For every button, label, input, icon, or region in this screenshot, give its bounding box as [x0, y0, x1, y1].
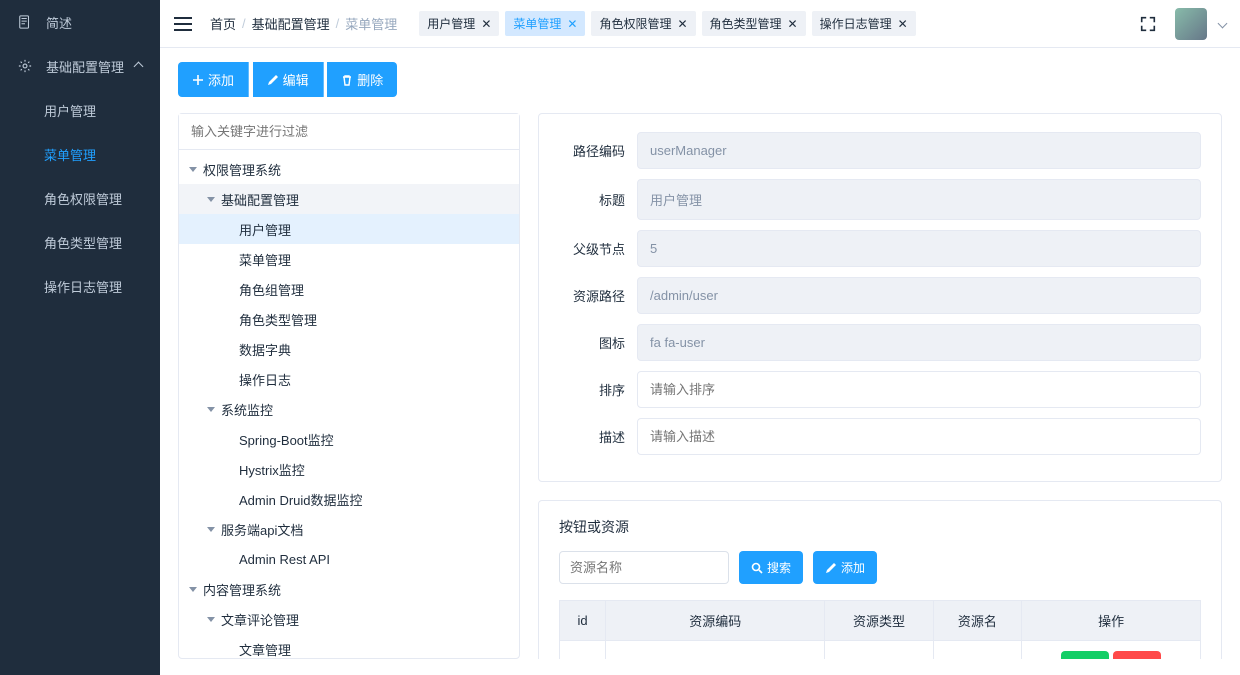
avatar[interactable]: [1175, 8, 1207, 40]
sidebar-section-label: 基础配置管理: [46, 57, 124, 76]
tree-node[interactable]: Spring-Boot监控: [179, 424, 519, 454]
tree-node[interactable]: 菜单管理: [179, 244, 519, 274]
close-icon[interactable]: ✕: [567, 17, 577, 31]
col-name: 资源名: [933, 601, 1022, 641]
tree-node[interactable]: 数据字典: [179, 334, 519, 364]
label-code: 路径编码: [559, 141, 625, 160]
hamburger-icon[interactable]: [174, 17, 192, 31]
row-delete-button[interactable]: 删除: [1113, 651, 1161, 659]
close-icon[interactable]: ✕: [481, 17, 491, 31]
field-title[interactable]: 用户管理: [637, 179, 1201, 220]
tree-node[interactable]: Hystrix监控: [179, 454, 519, 484]
close-icon[interactable]: ✕: [677, 17, 687, 31]
breadcrumb-home[interactable]: 首页: [210, 14, 236, 33]
field-code[interactable]: userManager: [637, 132, 1201, 169]
tree-filter-input[interactable]: [179, 114, 519, 150]
tree-node-monitor[interactable]: 系统监控: [179, 394, 519, 424]
sidebar-section-config[interactable]: 基础配置管理: [0, 44, 160, 88]
sidebar-brand-label: 简述: [46, 13, 72, 32]
add-button[interactable]: 添加: [178, 62, 249, 97]
field-icon[interactable]: fa fa-user: [637, 324, 1201, 361]
close-icon[interactable]: ✕: [788, 17, 798, 31]
tree-node[interactable]: 角色组管理: [179, 274, 519, 304]
sidebar-item-menus[interactable]: 菜单管理: [0, 132, 160, 176]
tree-node-cms-sub[interactable]: 文章评论管理: [179, 604, 519, 634]
label-sort: 排序: [559, 380, 625, 399]
field-desc[interactable]: [637, 418, 1201, 455]
delete-button[interactable]: 删除: [327, 62, 397, 97]
tree-node-root[interactable]: 权限管理系统: [179, 154, 519, 184]
tab-menus[interactable]: 菜单管理✕: [505, 11, 585, 36]
table-row: 3 userManager:btn_add button 新增 编辑 删除: [560, 641, 1201, 660]
chevron-up-icon: [134, 61, 144, 71]
tab-roletypes[interactable]: 角色类型管理✕: [702, 11, 806, 36]
close-icon[interactable]: ✕: [898, 17, 908, 31]
tree-node[interactable]: 文章管理: [179, 634, 519, 658]
col-action: 操作: [1022, 601, 1201, 641]
breadcrumb-last: 菜单管理: [345, 14, 397, 33]
sidebar-item-roles[interactable]: 角色权限管理: [0, 176, 160, 220]
tab-roles[interactable]: 角色权限管理✕: [591, 11, 695, 36]
resource-title: 按钮或资源: [559, 517, 1201, 537]
sidebar-item-logs[interactable]: 操作日志管理: [0, 264, 160, 308]
chevron-down-icon[interactable]: [1218, 19, 1228, 29]
col-type: 资源类型: [825, 601, 933, 641]
edit-button[interactable]: 编辑: [253, 62, 324, 97]
label-icon: 图标: [559, 333, 625, 352]
label-desc: 描述: [559, 427, 625, 446]
field-path[interactable]: /admin/user: [637, 277, 1201, 314]
row-edit-button[interactable]: 编辑: [1061, 651, 1109, 659]
breadcrumb-mid[interactable]: 基础配置管理: [252, 14, 330, 33]
tree-node[interactable]: 角色类型管理: [179, 304, 519, 334]
label-parent: 父级节点: [559, 239, 625, 258]
tab-logs[interactable]: 操作日志管理✕: [812, 11, 916, 36]
col-code: 资源编码: [606, 601, 825, 641]
doc-icon: [18, 15, 32, 29]
col-id: id: [560, 601, 606, 641]
gear-icon: [18, 59, 32, 73]
tab-users[interactable]: 用户管理✕: [419, 11, 499, 36]
field-parent[interactable]: 5: [637, 230, 1201, 267]
tree-node-config[interactable]: 基础配置管理: [179, 184, 519, 214]
tree-node[interactable]: Admin Rest API: [179, 544, 519, 574]
fullscreen-icon[interactable]: [1139, 15, 1157, 33]
label-title: 标题: [559, 190, 625, 209]
breadcrumb: 首页/ 基础配置管理/ 菜单管理: [210, 14, 397, 33]
tree-node-api[interactable]: 服务端api文档: [179, 514, 519, 544]
field-sort[interactable]: [637, 371, 1201, 408]
tree-node[interactable]: 操作日志: [179, 364, 519, 394]
sidebar-item-users[interactable]: 用户管理: [0, 88, 160, 132]
tree-node[interactable]: Admin Druid数据监控: [179, 484, 519, 514]
resource-search-input[interactable]: [559, 551, 729, 584]
tree-node-cms[interactable]: 内容管理系统: [179, 574, 519, 604]
search-button[interactable]: 搜索: [739, 551, 803, 584]
sidebar-item-roletypes[interactable]: 角色类型管理: [0, 220, 160, 264]
tree-node[interactable]: 用户管理: [179, 214, 519, 244]
sidebar-brand[interactable]: 简述: [0, 0, 160, 44]
resource-add-button[interactable]: 添加: [813, 551, 877, 584]
label-path: 资源路径: [559, 286, 625, 305]
